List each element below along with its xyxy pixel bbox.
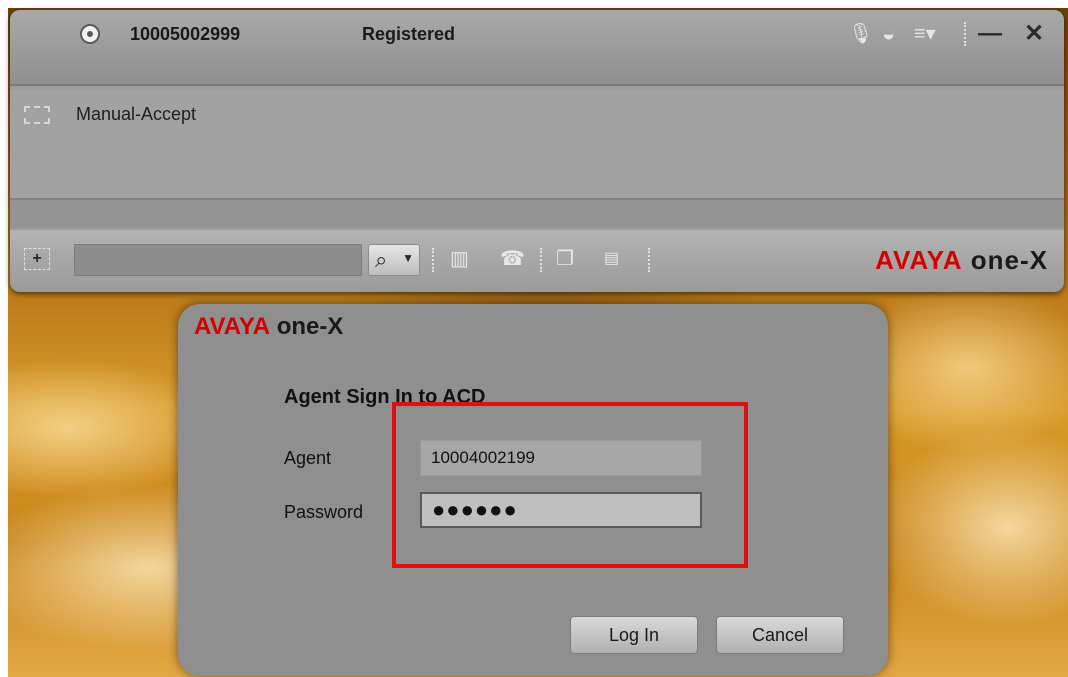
- add-button[interactable]: +: [24, 248, 50, 270]
- agent-sign-in-dialog: AVAYA one-X Agent Sign In to ACD Agent P…: [178, 304, 888, 676]
- mute-microphone-icon[interactable]: 🎙: [848, 22, 873, 46]
- toolbar-separator: [648, 248, 650, 272]
- work-list: Manual-Accept: [10, 90, 1064, 200]
- divider-strip: [10, 200, 1064, 228]
- title-bar: 10005002999 Registered 🎙 ◒ ≡▾ — ✕: [10, 10, 1064, 86]
- manual-accept-checkbox[interactable]: [24, 106, 50, 124]
- headset-icon[interactable]: ◒: [882, 22, 895, 46]
- search-button[interactable]: ⌕ ▼: [368, 244, 420, 276]
- minimize-button[interactable]: —: [978, 20, 1002, 48]
- onex-main-window: 10005002999 Registered 🎙 ◒ ≡▾ — ✕ Manual…: [10, 10, 1064, 292]
- dialpad-icon[interactable]: ☎: [500, 246, 525, 272]
- toolbar-separator: [964, 22, 966, 46]
- toolbar-separator: [432, 248, 434, 272]
- menu-list-icon[interactable]: ≡▾: [914, 22, 936, 46]
- extension-number: 10005002999: [130, 24, 241, 44]
- login-button[interactable]: Log In: [570, 616, 698, 654]
- manual-accept-label: Manual-Accept: [76, 104, 197, 124]
- agent-label: Agent: [284, 448, 332, 468]
- highlight-box: [392, 402, 748, 568]
- status-icon[interactable]: ▤: [604, 246, 619, 272]
- dialog-title: Agent Sign In to ACD: [284, 386, 486, 408]
- registration-status: Registered: [362, 24, 456, 44]
- search-input[interactable]: [74, 244, 362, 276]
- toolbar-separator: [540, 248, 542, 272]
- password-field[interactable]: [420, 492, 702, 528]
- bottom-toolbar: + ⌕ ▼ ▥ ☎ ❐ ▤ AVAYA one-X: [10, 230, 1064, 292]
- close-button[interactable]: ✕: [1024, 20, 1044, 48]
- magnifier-icon: ⌕: [375, 247, 388, 272]
- chevron-down-icon: ▼: [402, 251, 414, 265]
- windows-icon[interactable]: ❐: [556, 246, 574, 272]
- agent-field[interactable]: [420, 440, 702, 476]
- presence-status-icon[interactable]: [80, 24, 100, 44]
- avaya-onex-logo: AVAYA one-X: [194, 313, 344, 340]
- contacts-book-icon[interactable]: ▥: [450, 246, 469, 272]
- password-label: Password: [284, 502, 364, 522]
- avaya-onex-logo: AVAYA one-X: [875, 245, 1048, 275]
- cancel-button[interactable]: Cancel: [716, 616, 844, 654]
